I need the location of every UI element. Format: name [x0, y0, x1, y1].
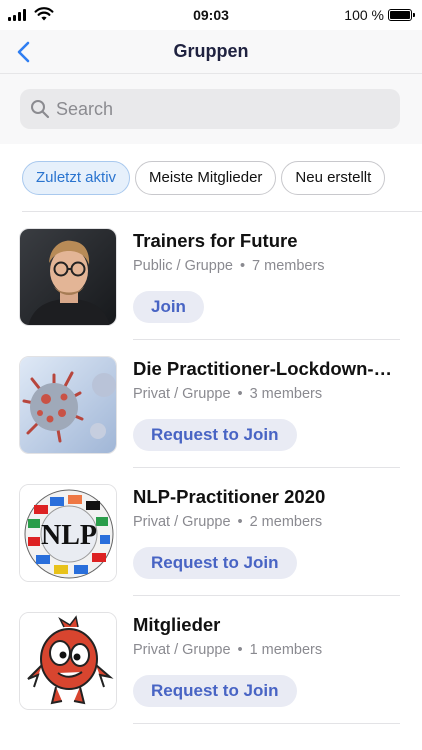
search-bar[interactable]	[20, 89, 400, 129]
battery-icon	[388, 9, 415, 21]
group-list-item[interactable]: NLP NLP-Practitioner 2020 Privat / Grupp…	[0, 468, 422, 596]
filter-chip-neu-erstellt[interactable]: Neu erstellt	[281, 161, 386, 195]
group-member-count: 1 members	[249, 642, 323, 658]
navigation-bar: Gruppen	[0, 30, 422, 74]
filter-chip-zuletzt-aktiv[interactable]: Zuletzt aktiv	[22, 161, 131, 195]
divider	[133, 723, 400, 724]
group-list-item[interactable]: Mitglieder Privat / Gruppe • 1 members Req…	[0, 596, 422, 724]
group-avatar-nlp-logo: NLP	[19, 484, 117, 582]
group-meta: Privat / Gruppe • 3 members	[133, 386, 323, 402]
group-visibility: Public / Gruppe	[133, 258, 233, 274]
group-visibility: Privat / Gruppe	[133, 514, 231, 530]
search-section	[0, 74, 422, 144]
group-member-count: 2 members	[249, 514, 323, 530]
group-list-item[interactable]: Die Practitioner-Lockdown-Gruppe Privat …	[0, 340, 422, 468]
group-list-item[interactable]: Trainers for Future Public / Gruppe • 7 me…	[0, 212, 422, 340]
request-to-join-button[interactable]: Request to Join	[133, 547, 297, 579]
group-avatar-virus	[19, 356, 117, 454]
group-meta: Privat / Gruppe • 1 members	[133, 642, 323, 658]
group-avatar-portrait	[19, 228, 117, 326]
group-name: Die Practitioner-Lockdown-Gruppe	[133, 358, 401, 379]
group-meta: Public / Gruppe • 7 members	[133, 258, 325, 274]
group-member-count: 3 members	[249, 386, 323, 402]
group-avatar-mascot	[19, 612, 117, 710]
request-to-join-button[interactable]: Request to Join	[133, 419, 297, 451]
group-name: Trainers for Future	[133, 230, 298, 251]
search-icon	[31, 100, 50, 119]
request-to-join-button[interactable]: Request to Join	[133, 675, 297, 707]
nlp-logo-text: NLP	[41, 520, 97, 551]
group-member-count: 7 members	[252, 258, 325, 274]
status-bar: 09:03 100 %	[0, 0, 422, 30]
group-visibility: Privat / Gruppe	[133, 386, 231, 402]
filter-chips: Zuletzt aktiv Meiste Mitglieder Neu erstel…	[22, 161, 422, 195]
battery-percentage: 100 %	[344, 7, 384, 23]
group-name: Mitglieder	[133, 614, 221, 635]
group-meta: Privat / Gruppe • 2 members	[133, 514, 323, 530]
page-title: Gruppen	[173, 41, 249, 61]
group-visibility: Privat / Gruppe	[133, 642, 231, 658]
filter-chip-meiste-mitglieder[interactable]: Meiste Mitglieder	[135, 161, 277, 195]
join-button[interactable]: Join	[133, 291, 204, 323]
group-list: Trainers for Future Public / Gruppe • 7 me…	[0, 212, 422, 724]
search-input[interactable]	[56, 89, 386, 129]
group-name: NLP-Practitioner 2020	[133, 486, 326, 507]
